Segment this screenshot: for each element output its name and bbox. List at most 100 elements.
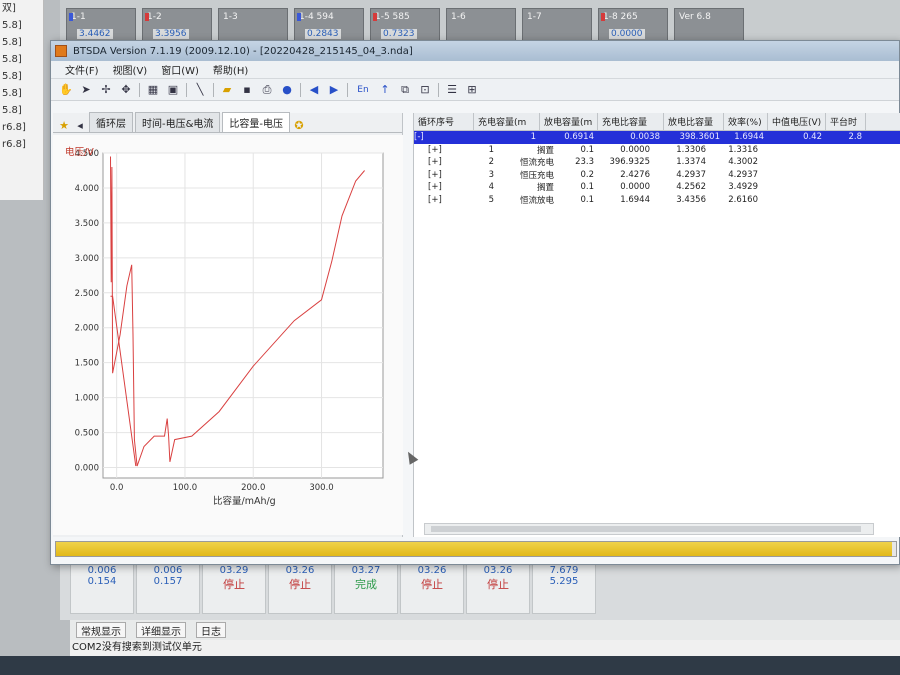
menu-window[interactable]: 窗口(W) bbox=[161, 62, 199, 77]
toolbar-separator bbox=[438, 82, 439, 97]
column-header[interactable]: 充电比容量 bbox=[598, 113, 664, 130]
status-cell[interactable]: 03.26 停止 bbox=[466, 562, 530, 614]
status-cell[interactable]: 03.29 停止 bbox=[202, 562, 266, 614]
status-cell[interactable]: 7.679 5.295 bbox=[532, 562, 596, 614]
table-cell: 5 bbox=[488, 194, 494, 205]
progress-bar bbox=[55, 541, 897, 557]
star-icon[interactable]: ★ bbox=[57, 118, 71, 132]
zoom-icon[interactable]: ✢ bbox=[99, 83, 113, 97]
y-tick-label: 4.000 bbox=[75, 184, 99, 194]
title-bar[interactable]: BTSDA Version 7.1.19 (2009.12.10) - [202… bbox=[51, 41, 899, 61]
channel-tile[interactable]: 1-6 bbox=[446, 8, 516, 42]
column-header[interactable]: 效率(%) bbox=[724, 113, 768, 130]
column-header[interactable]: 放电比容量 bbox=[664, 113, 724, 130]
table-row[interactable]: [+] 5 恒流放电 0.1 1.6944 3.4356 2.6160 bbox=[414, 194, 900, 207]
status-cell[interactable]: 0.006 0.157 bbox=[136, 562, 200, 614]
prev-icon[interactable]: ◀ bbox=[307, 83, 321, 97]
table-cell: 2.8 bbox=[848, 132, 862, 143]
toolbar: ✋ ➤ ✢ ✥ ▦ ▣ ╲ ▰ ▪ ⎙ ● ◀ ▶ En ↑ ⧉ ⊡ ☰ ⊞ bbox=[51, 79, 899, 101]
x-tick-label: 0.0 bbox=[110, 483, 124, 493]
cell-value: 0.006 bbox=[153, 565, 183, 576]
y-axis-label: 电压/V bbox=[65, 146, 94, 158]
toolbar-separator bbox=[347, 82, 348, 97]
table-cell[interactable]: [+] bbox=[428, 195, 454, 205]
column-header[interactable]: 中值电压(V) bbox=[768, 113, 826, 130]
channel-tile[interactable]: 1-5 585 0.7323 bbox=[370, 8, 440, 42]
tool2-icon[interactable]: ⊡ bbox=[418, 83, 432, 97]
table-cell: 396.9325 bbox=[609, 157, 650, 168]
table-row[interactable]: [+] 4 搁置 0.1 0.0000 4.2562 3.4929 bbox=[414, 181, 900, 194]
column-header[interactable]: 循环序号 bbox=[414, 113, 474, 130]
background-tab[interactable]: 常规显示 bbox=[76, 622, 126, 638]
channel-flag-icon bbox=[373, 13, 377, 21]
channel-tile[interactable]: Ver 6.8 bbox=[674, 8, 744, 42]
channel-value: 0.7323 bbox=[381, 29, 417, 39]
table-icon[interactable]: ▦ bbox=[146, 83, 160, 97]
background-tab[interactable]: 详细显示 bbox=[136, 622, 186, 638]
table-row[interactable]: [+] 1 搁置 0.1 0.0000 1.3306 1.3316 bbox=[414, 144, 900, 157]
channel-tile[interactable]: 1-2 3.3956 bbox=[142, 8, 212, 42]
background-channel-list: 双] 5.8] 5.8] 5.8] 5.8] 5.8] 5.8] r6.8] r6.8] bbox=[0, 0, 44, 200]
tab-time-voltage[interactable]: 时间-电压&电流 bbox=[135, 112, 221, 132]
table-row-summary[interactable]: [-] 1 0.6914 0.0038 398.3601 1.6944 0.42 2.8 bbox=[414, 131, 900, 144]
tool-icon[interactable]: ⧉ bbox=[398, 83, 412, 97]
window-icon[interactable]: ▣ bbox=[166, 83, 180, 97]
pin-icon[interactable]: ✪ bbox=[292, 118, 306, 132]
table-cell: 1 bbox=[530, 132, 536, 143]
x-tick-label: 300.0 bbox=[309, 483, 333, 493]
tab-cycle-layer[interactable]: 循环层 bbox=[89, 112, 133, 132]
menu-help[interactable]: 帮助(H) bbox=[213, 62, 248, 77]
channel-name: Ver 6.8 bbox=[679, 12, 711, 22]
list-icon[interactable]: ☰ bbox=[445, 83, 459, 97]
zoom-out-icon[interactable]: ✥ bbox=[119, 83, 133, 97]
column-header[interactable]: 放电容量(m bbox=[540, 113, 598, 130]
status-cell[interactable]: 03.27 完成 bbox=[334, 562, 398, 614]
language-icon[interactable]: En bbox=[354, 83, 372, 97]
help-icon[interactable]: ● bbox=[280, 83, 294, 97]
table-cell: 23.3 bbox=[575, 157, 594, 168]
channel-tile[interactable]: 1-8 265 0.0000 bbox=[598, 8, 668, 42]
status-cell[interactable]: 03.26 停止 bbox=[268, 562, 332, 614]
tab-left-arrow-icon[interactable]: ◂ bbox=[73, 118, 87, 132]
hand-icon[interactable]: ✋ bbox=[59, 83, 73, 97]
cell-value: 0.157 bbox=[153, 576, 183, 587]
background-tab[interactable]: 日志 bbox=[196, 622, 226, 638]
table-cell[interactable]: [+] bbox=[428, 157, 454, 167]
status-cell[interactable]: 0.006 0.154 bbox=[70, 562, 134, 614]
background-list-item: 5.8] bbox=[2, 71, 22, 82]
grid-icon[interactable]: ⊞ bbox=[465, 83, 479, 97]
menu-bar: 文件(F) 视图(V) 窗口(W) 帮助(H) bbox=[51, 61, 899, 79]
tab-capacity-voltage[interactable]: 比容量-电压 bbox=[222, 112, 291, 132]
pointer-icon[interactable]: ➤ bbox=[79, 83, 93, 97]
next-icon[interactable]: ▶ bbox=[327, 83, 341, 97]
cell-state: 停止 bbox=[421, 578, 443, 591]
table-row[interactable]: [+] 3 恒压充电 0.2 2.4276 4.2937 4.2937 bbox=[414, 169, 900, 182]
table-cell[interactable]: [+] bbox=[428, 170, 454, 180]
print-icon[interactable]: ⎙ bbox=[260, 83, 274, 97]
column-header[interactable]: 充电容量(m bbox=[474, 113, 540, 130]
horizontal-scrollbar[interactable] bbox=[424, 523, 874, 535]
table-cell[interactable]: [+] bbox=[428, 182, 454, 192]
background-status-cells: 0.006 0.154 0.006 0.157 03.29 停止 03.26 停止 03.27 完… bbox=[60, 560, 900, 620]
channel-name: 1-6 bbox=[451, 12, 466, 22]
channel-tile[interactable]: 1-4 594 0.2843 bbox=[294, 8, 364, 42]
table-header: 循环序号 充电容量(m 放电容量(m 充电比容量 放电比容量 效率(%) 中值电压(V) 平台… bbox=[414, 113, 900, 131]
channel-tile[interactable]: 1-3 bbox=[218, 8, 288, 42]
open-folder-icon[interactable]: ▰ bbox=[220, 83, 234, 97]
save-icon[interactable]: ▪ bbox=[240, 83, 254, 97]
arrow-up-icon[interactable]: ↑ bbox=[378, 83, 392, 97]
background-list-item: 5.8] bbox=[2, 20, 22, 31]
channel-flag-icon bbox=[601, 13, 605, 21]
line-icon[interactable]: ╲ bbox=[193, 83, 207, 97]
menu-view[interactable]: 视图(V) bbox=[113, 62, 148, 77]
table-cell[interactable]: [+] bbox=[428, 145, 454, 155]
table-row[interactable]: [+] 2 恒流充电 23.3 396.9325 1.3374 4.3002 bbox=[414, 156, 900, 169]
channel-tile[interactable]: 1-7 bbox=[522, 8, 592, 42]
channel-tile[interactable]: 1-1 3.4462 bbox=[66, 8, 136, 42]
column-header[interactable]: 平台时 bbox=[826, 113, 866, 130]
table-cell: 恒压充电 bbox=[519, 170, 554, 181]
status-cell[interactable]: 03.26 停止 bbox=[400, 562, 464, 614]
menu-file[interactable]: 文件(F) bbox=[65, 62, 99, 77]
window-title: BTSDA Version 7.1.19 (2009.12.10) - [202… bbox=[73, 45, 413, 57]
scroll-thumb[interactable] bbox=[431, 526, 861, 532]
